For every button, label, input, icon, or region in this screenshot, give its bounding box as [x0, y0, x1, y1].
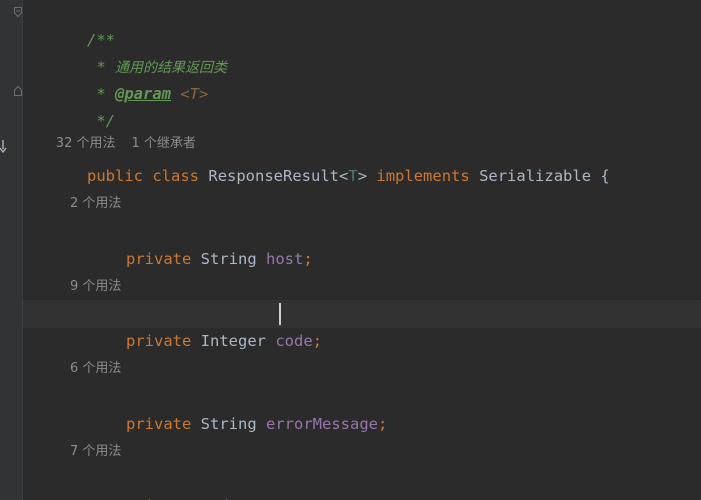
field-type[interactable]: Integer — [201, 332, 266, 350]
javadoc-param-value: <T> — [180, 85, 209, 103]
keyword-public: public — [87, 167, 143, 185]
field-name[interactable]: errorMessage — [266, 415, 378, 433]
fold-close-icon[interactable] — [14, 86, 22, 96]
implemented-by-icon[interactable] — [0, 139, 7, 155]
class-name[interactable]: ResponseResult — [208, 167, 339, 185]
field-name[interactable]: host — [266, 250, 303, 268]
editor-gutter[interactable] — [0, 0, 23, 500]
field-usage-hint[interactable]: 6 个用法 — [70, 358, 121, 380]
code-area[interactable]: /** * 通用的结果返回类 * @param <T> */ 32 个用法 1 个… — [23, 0, 701, 500]
field-declaration-host: private String host; — [70, 219, 313, 268]
code-line-4: */ — [31, 81, 115, 130]
interface-name[interactable]: Serializable — [479, 167, 591, 185]
semicolon: ; — [378, 415, 388, 433]
javadoc-param-space — [171, 85, 180, 103]
keyword-private: private — [126, 250, 192, 268]
field-type[interactable]: String — [201, 250, 257, 268]
keyword-private: private — [126, 332, 192, 350]
keyword-implements: implements — [376, 167, 470, 185]
generic-close: > — [357, 167, 368, 185]
generic-open: < — [339, 167, 349, 185]
code-line-1: /** — [31, 0, 115, 49]
type-parameter[interactable]: T — [348, 167, 357, 185]
field-declaration-errorMessage: private String errorMessage; — [70, 384, 387, 433]
class-usage-hint[interactable]: 32 个用法 1 个继承者 — [31, 111, 196, 151]
code-editor[interactable]: /** * 通用的结果返回类 * @param <T> */ 32 个用法 1 个… — [0, 0, 701, 500]
keyword-class: class — [152, 167, 200, 185]
field-usage-hint[interactable]: 9 个用法 — [70, 276, 121, 298]
field-declaration-code: private Integer code; — [70, 301, 322, 350]
code-line-2: * 通用的结果返回类 — [31, 27, 227, 76]
class-declaration-line: public class ResponseResult<T> implement… — [31, 136, 610, 185]
semicolon: ; — [312, 332, 323, 350]
text-caret — [279, 303, 281, 325]
open-brace: { — [591, 167, 610, 185]
keyword-private: private — [126, 415, 192, 433]
code-line-3: * @param <T> — [31, 54, 208, 103]
field-declaration-data: private T data; — [70, 466, 266, 500]
field-type[interactable]: String — [201, 415, 257, 433]
field-usage-hint[interactable]: 2 个用法 — [70, 193, 121, 215]
field-name[interactable]: code — [275, 332, 312, 350]
javadoc-param-tag[interactable]: @param — [115, 85, 171, 103]
fold-open-icon[interactable] — [14, 7, 22, 17]
semicolon: ; — [303, 250, 313, 268]
field-usage-hint[interactable]: 7 个用法 — [70, 441, 121, 463]
